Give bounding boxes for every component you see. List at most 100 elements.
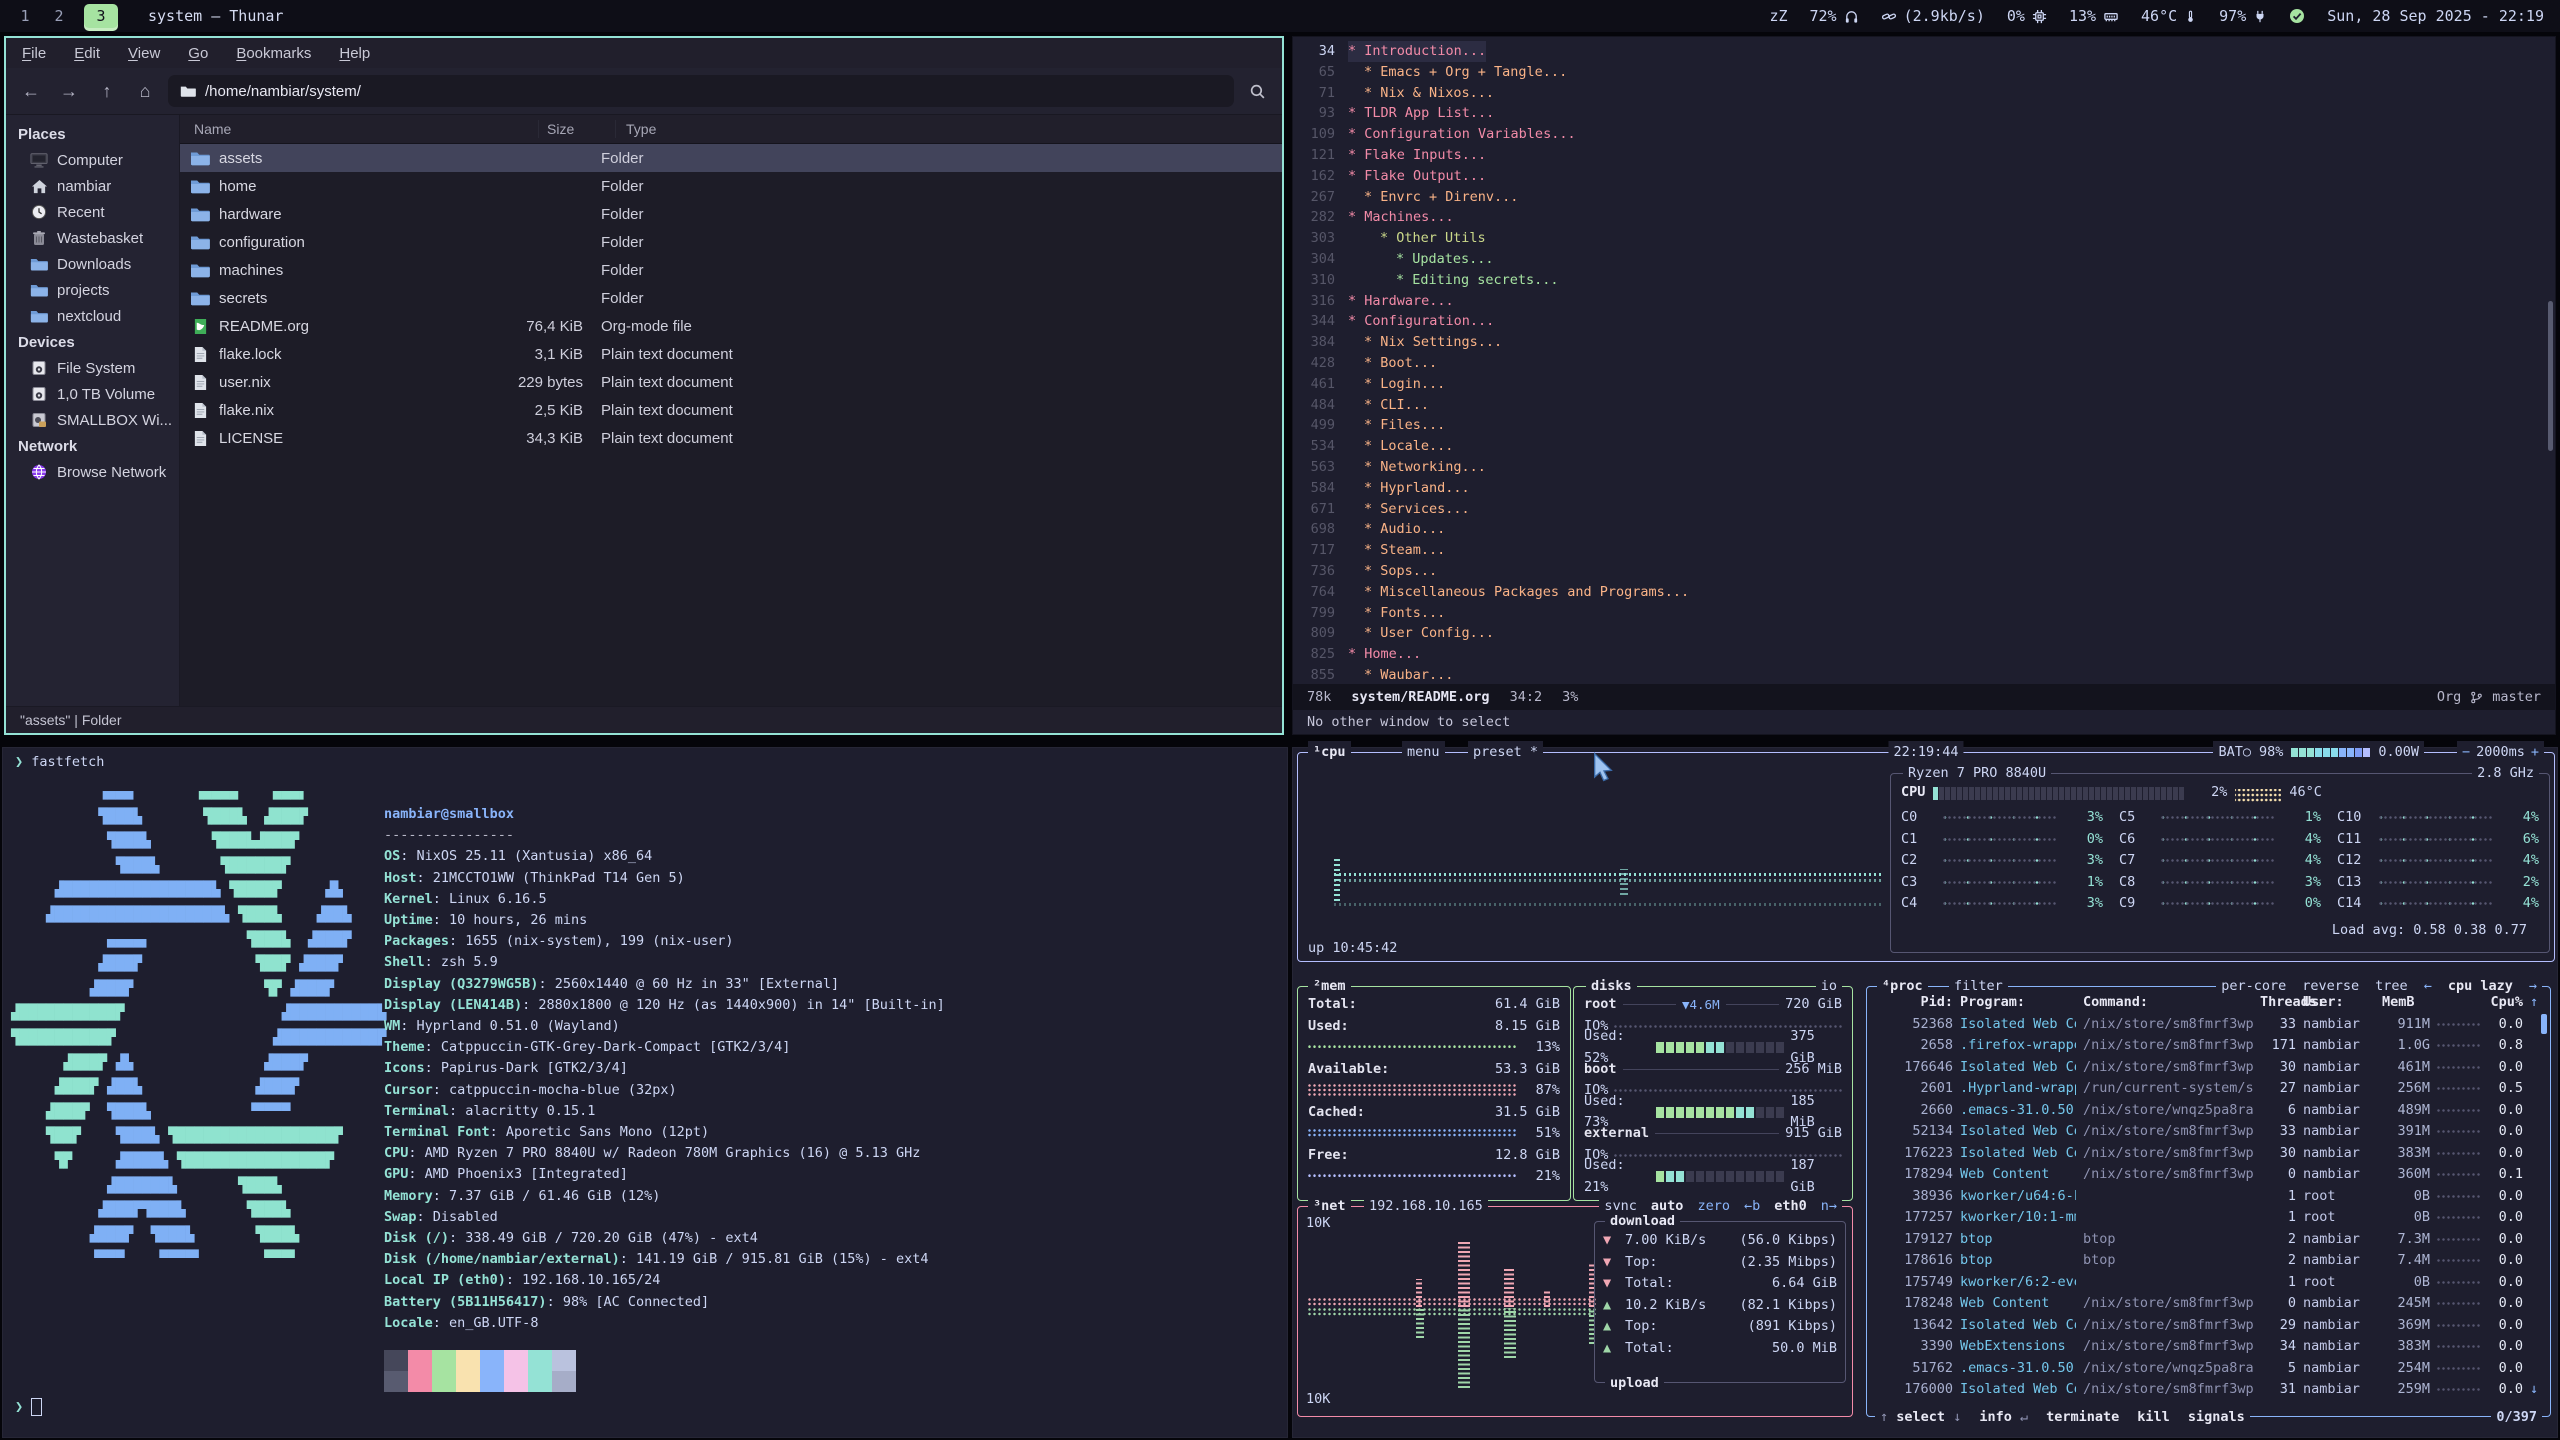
- workspace-2[interactable]: 2: [50, 4, 68, 28]
- path-bar[interactable]: /home/nambiar/system/: [168, 75, 1234, 107]
- menu-view[interactable]: View: [128, 45, 160, 62]
- file-row[interactable]: assetsFolder: [180, 144, 1282, 172]
- proc-key-terminate[interactable]: terminate: [2046, 1406, 2119, 1428]
- up-icon[interactable]: ↑: [92, 76, 122, 106]
- org-heading[interactable]: 267* Envrc + Direnv...: [1293, 187, 2545, 208]
- proc-key-kill[interactable]: kill: [2137, 1406, 2170, 1428]
- interval-plus[interactable]: +: [2531, 741, 2539, 763]
- process-row[interactable]: 52134Isolated Web Co/nix/store/sm8fmrf3w…: [1875, 1121, 2542, 1143]
- column-size[interactable]: Size: [539, 120, 616, 138]
- workspace-3[interactable]: 3: [84, 4, 118, 28]
- org-heading[interactable]: 71* Nix & Nixos...: [1293, 83, 2545, 104]
- sidebar-item-recent[interactable]: Recent: [6, 199, 179, 225]
- process-row[interactable]: 51762.emacs-31.0.50-/nix/store/wnqz5pa8r…: [1875, 1358, 2542, 1380]
- iface-prev[interactable]: ←b: [1744, 1195, 1760, 1217]
- process-row[interactable]: 176000Isolated Web Co/nix/store/sm8fmrf3…: [1875, 1379, 2542, 1401]
- process-row[interactable]: 176223Isolated Web Co/nix/store/sm8fmrf3…: [1875, 1143, 2542, 1165]
- preset-button[interactable]: preset *: [1468, 741, 1543, 763]
- org-heading[interactable]: 736* Sops...: [1293, 561, 2545, 582]
- search-icon[interactable]: [1242, 76, 1272, 106]
- file-row[interactable]: flake.nix2,5 KiBPlain text document: [180, 396, 1282, 424]
- net-zero[interactable]: zero: [1697, 1195, 1730, 1217]
- org-heading[interactable]: 671* Services...: [1293, 499, 2545, 520]
- org-heading[interactable]: 34* Introduction...: [1293, 41, 2545, 62]
- sidebar-item-file-system[interactable]: File System: [6, 355, 179, 381]
- process-row[interactable]: 179127btopbtop2nambiar7.3M0.0: [1875, 1229, 2542, 1251]
- org-heading[interactable]: 534* Locale...: [1293, 436, 2545, 457]
- org-heading[interactable]: 499* Files...: [1293, 415, 2545, 436]
- org-heading[interactable]: 121* Flake Inputs...: [1293, 145, 2545, 166]
- process-row[interactable]: 175749kworker/6:2-even1root0B0.0: [1875, 1272, 2542, 1294]
- process-row[interactable]: 2658.firefox-wrappe/nix/store/sm8fmrf3wp…: [1875, 1035, 2542, 1057]
- prompt-line-2[interactable]: ❯: [15, 1398, 42, 1416]
- org-heading[interactable]: 303* Other Utils: [1293, 228, 2545, 249]
- org-heading[interactable]: 384* Nix Settings...: [1293, 332, 2545, 353]
- process-row[interactable]: 176646Isolated Web Co/nix/store/sm8fmrf3…: [1875, 1057, 2542, 1079]
- process-row[interactable]: 2660.emacs-31.0.50-/nix/store/wnqz5pa8ra…: [1875, 1100, 2542, 1122]
- org-heading[interactable]: 484* CLI...: [1293, 395, 2545, 416]
- back-icon[interactable]: ←: [16, 76, 46, 106]
- sidebar-item-projects[interactable]: projects: [6, 277, 179, 303]
- sidebar-item-nextcloud[interactable]: nextcloud: [6, 303, 179, 329]
- proc-key-info[interactable]: info ↵: [1979, 1406, 2028, 1428]
- process-row[interactable]: 13642Isolated Web Co/nix/store/sm8fmrf3w…: [1875, 1315, 2542, 1337]
- org-heading[interactable]: 65* Emacs + Org + Tangle...: [1293, 62, 2545, 83]
- process-row[interactable]: 2601.Hyprland-wrapp/run/current-system/s…: [1875, 1078, 2542, 1100]
- file-row[interactable]: user.nix229 bytesPlain text document: [180, 368, 1282, 396]
- org-heading[interactable]: 162* Flake Output...: [1293, 166, 2545, 187]
- proc-key-select[interactable]: ↑ select ↓: [1880, 1406, 1961, 1428]
- file-row[interactable]: configurationFolder: [180, 228, 1282, 256]
- menu-file[interactable]: File: [22, 45, 46, 62]
- file-row[interactable]: flake.lock3,1 KiBPlain text document: [180, 340, 1282, 368]
- org-heading[interactable]: 855* Waubar...: [1293, 665, 2545, 686]
- file-row[interactable]: hardwareFolder: [180, 200, 1282, 228]
- org-heading[interactable]: 316* Hardware...: [1293, 291, 2545, 312]
- file-row[interactable]: secretsFolder: [180, 284, 1282, 312]
- menu-button[interactable]: menu: [1402, 741, 1445, 763]
- org-heading[interactable]: 799* Fonts...: [1293, 603, 2545, 624]
- org-heading[interactable]: 584* Hyprland...: [1293, 478, 2545, 499]
- workspace-1[interactable]: 1: [16, 4, 34, 28]
- process-row[interactable]: 3390WebExtensions/nix/store/sm8fmrf3wps4…: [1875, 1336, 2542, 1358]
- column-name[interactable]: Name: [180, 120, 539, 138]
- proc-key-signals[interactable]: signals: [2188, 1406, 2245, 1428]
- menu-bookmarks[interactable]: Bookmarks: [236, 45, 311, 62]
- emacs-scrollbar[interactable]: [2548, 301, 2553, 451]
- interval-minus[interactable]: −: [2462, 741, 2470, 763]
- file-row[interactable]: machinesFolder: [180, 256, 1282, 284]
- org-heading[interactable]: 344* Configuration...: [1293, 311, 2545, 332]
- sidebar-item-nambiar[interactable]: nambiar: [6, 173, 179, 199]
- cpu-box-title[interactable]: ¹cpu: [1308, 741, 1351, 763]
- iface-next[interactable]: n→: [1821, 1195, 1837, 1217]
- sidebar-item-wastebasket[interactable]: Wastebasket: [6, 225, 179, 251]
- org-heading[interactable]: 825* Home...: [1293, 644, 2545, 665]
- forward-icon[interactable]: →: [54, 76, 84, 106]
- process-row[interactable]: 38936kworker/u64:6-kc1root0B0.0: [1875, 1186, 2542, 1208]
- org-heading[interactable]: 717* Steam...: [1293, 540, 2545, 561]
- process-row[interactable]: 177257kworker/10:1-mm_1root0B0.0: [1875, 1207, 2542, 1229]
- process-row[interactable]: 178248Web Content/nix/store/sm8fmrf3wps4…: [1875, 1293, 2542, 1315]
- org-heading[interactable]: 764* Miscellaneous Packages and Programs…: [1293, 582, 2545, 603]
- sidebar-item-computer[interactable]: Computer: [6, 147, 179, 173]
- file-row[interactable]: README.org76,4 KiBOrg-mode file: [180, 312, 1282, 340]
- process-row[interactable]: 178294Web Content/nix/store/sm8fmrf3wps4…: [1875, 1164, 2542, 1186]
- org-heading[interactable]: 809* User Config...: [1293, 623, 2545, 644]
- org-heading[interactable]: 304* Updates...: [1293, 249, 2545, 270]
- org-heading[interactable]: 428* Boot...: [1293, 353, 2545, 374]
- org-heading[interactable]: 282* Machines...: [1293, 207, 2545, 228]
- home-icon[interactable]: ⌂: [130, 76, 160, 106]
- proc-scrollbar[interactable]: [2541, 1014, 2547, 1034]
- process-row[interactable]: 52368Isolated Web Co/nix/store/sm8fmrf3w…: [1875, 1014, 2542, 1036]
- file-row[interactable]: LICENSE34,3 KiBPlain text document: [180, 424, 1282, 452]
- org-heading[interactable]: 310* Editing secrets...: [1293, 270, 2545, 291]
- sidebar-item-smallbox-wi-[interactable]: SMALLBOX Wi...: [6, 407, 179, 433]
- sidebar-item-1-0-tb-volume[interactable]: 1,0 TB Volume: [6, 381, 179, 407]
- sidebar-item-browse-network[interactable]: Browse Network: [6, 459, 179, 485]
- file-row[interactable]: homeFolder: [180, 172, 1282, 200]
- menu-go[interactable]: Go: [188, 45, 208, 62]
- org-heading[interactable]: 698* Audio...: [1293, 519, 2545, 540]
- org-heading[interactable]: 563* Networking...: [1293, 457, 2545, 478]
- org-heading[interactable]: 461* Login...: [1293, 374, 2545, 395]
- sidebar-item-downloads[interactable]: Downloads: [6, 251, 179, 277]
- menu-help[interactable]: Help: [339, 45, 370, 62]
